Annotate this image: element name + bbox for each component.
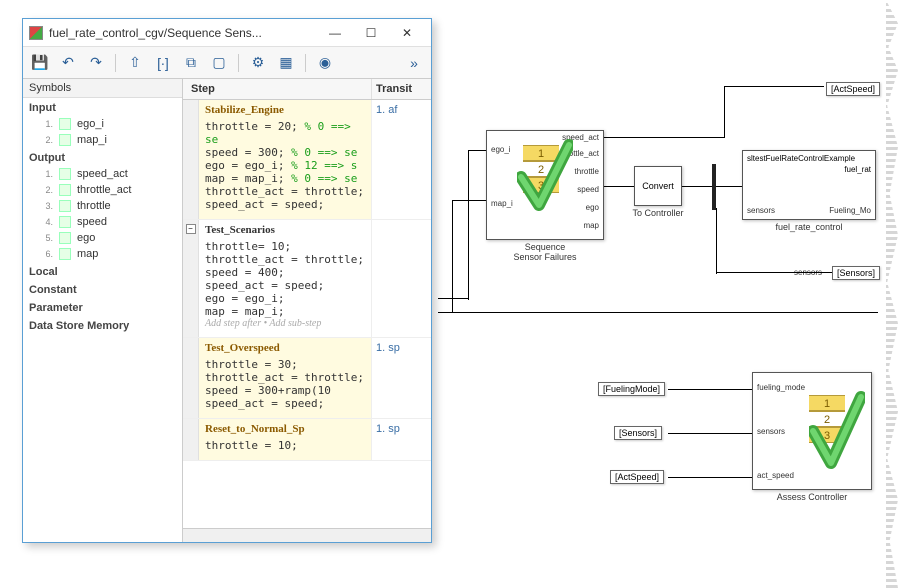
signal-icon — [59, 184, 71, 196]
grid-icon[interactable]: ▦ — [275, 52, 297, 74]
label-frc: fuel_rate_control — [742, 222, 876, 232]
symbol-item[interactable]: 1.ego_i — [23, 116, 182, 132]
symbol-item[interactable]: 6.map — [23, 246, 182, 262]
horizontal-scrollbar[interactable] — [183, 528, 431, 542]
label-sequence: Sequence Sensor Failures — [486, 242, 604, 262]
step-title: Test_Scenarios — [205, 224, 365, 236]
column-transition: Transit — [371, 79, 431, 99]
port-ego: ego — [586, 203, 599, 212]
titlebar[interactable]: fuel_rate_control_cgv/Sequence Sens... —… — [23, 19, 431, 47]
label-assess: Assess Controller — [752, 492, 872, 502]
symbol-group[interactable]: Constant — [23, 280, 182, 298]
torn-edge-decoration — [886, 0, 898, 588]
block-sequence-sensor-failures[interactable]: ego_i map_i speed_act throttle_act throt… — [486, 130, 604, 240]
port-sensors-in: sensors — [747, 206, 775, 215]
frc-title: sltestFuelRateControlExample — [747, 154, 855, 163]
block-assess-controller[interactable]: fueling_mode sensors act_speed 1 2 3 — [752, 372, 872, 490]
step-item[interactable]: Reset_to_Normal_Spthrottle = 10;1. sp — [183, 419, 431, 461]
model-diagram: ego_i map_i speed_act throttle_act throt… — [438, 22, 888, 562]
block-fuel-rate-control[interactable]: sltestFuelRateControlExample fuel_rat se… — [742, 150, 876, 220]
port-actspeed-in: act_speed — [757, 471, 794, 480]
toolbar: 💾 ↶ ↷ ⇧ [∙] ⧉ ▢ ⚙ ▦ ◉ » — [23, 47, 431, 79]
undo-icon[interactable]: ↶ — [57, 52, 79, 74]
symbols-header: Symbols — [23, 79, 182, 98]
symbol-item[interactable]: 5.ego — [23, 230, 182, 246]
signal-icon — [59, 168, 71, 180]
symbol-item[interactable]: 4.speed — [23, 214, 182, 230]
step-title: Reset_to_Normal_Sp — [205, 423, 365, 435]
port-sensors-in2: sensors — [757, 427, 785, 436]
overflow-icon[interactable]: » — [403, 52, 425, 74]
up-icon[interactable]: ⇧ — [124, 52, 146, 74]
steps-pane: Step Transit Stabilize_Enginethrottle = … — [183, 79, 431, 542]
add-step-hint[interactable]: Add step after • Add sub-step — [205, 318, 365, 329]
checkmark-icon — [809, 387, 865, 477]
from-sensors[interactable]: [Sensors] — [614, 426, 662, 440]
symbol-group[interactable]: Data Store Memory — [23, 316, 182, 334]
minimize-button[interactable]: — — [317, 21, 353, 45]
symbol-item[interactable]: 2.map_i — [23, 132, 182, 148]
port-map-i: map_i — [491, 199, 513, 208]
symbol-item[interactable]: 3.throttle — [23, 198, 182, 214]
save-icon[interactable]: 💾 — [29, 52, 51, 74]
symbol-group[interactable]: Parameter — [23, 298, 182, 316]
column-step: Step — [183, 79, 371, 99]
steps-header: Step Transit — [183, 79, 431, 100]
symbol-item[interactable]: 2.throttle_act — [23, 182, 182, 198]
port-fueling-mode: Fueling_Mo — [829, 206, 871, 215]
transition-cell[interactable] — [371, 220, 431, 337]
toolbar-separator — [115, 54, 116, 72]
gear-icon[interactable]: ⚙ — [247, 52, 269, 74]
tag-icon[interactable]: ▢ — [208, 52, 230, 74]
window-title: fuel_rate_control_cgv/Sequence Sens... — [49, 26, 317, 40]
collapse-icon[interactable]: − — [186, 224, 196, 234]
step-item[interactable]: Stabilize_Enginethrottle = 20; % 0 ==> s… — [183, 100, 431, 220]
step-item[interactable]: Test_Overspeedthrottle = 30;throttle_act… — [183, 338, 431, 419]
close-button[interactable]: ✕ — [389, 21, 425, 45]
symbol-group[interactable]: Input — [23, 98, 182, 116]
port-map: map — [583, 221, 599, 230]
convert-text: Convert — [642, 181, 674, 191]
signal-icon — [59, 118, 71, 130]
bracket-icon[interactable]: [∙] — [152, 52, 174, 74]
symbol-group[interactable]: Local — [23, 262, 182, 280]
goto-sensors[interactable]: [Sensors] — [832, 266, 880, 280]
transition-cell[interactable]: 1. sp — [371, 338, 431, 418]
signal-icon — [59, 134, 71, 146]
signal-icon — [59, 248, 71, 260]
toolbar-separator — [238, 54, 239, 72]
from-actspeed[interactable]: [ActSpeed] — [610, 470, 664, 484]
frc-title2: fuel_rat — [844, 165, 871, 174]
checkmark-icon — [517, 137, 573, 217]
transition-cell[interactable]: 1. sp — [371, 419, 431, 460]
help-icon[interactable]: ◉ — [314, 52, 336, 74]
symbol-item[interactable]: 1.speed_act — [23, 166, 182, 182]
sequence-editor-window: fuel_rate_control_cgv/Sequence Sens... —… — [22, 18, 432, 543]
block-convert[interactable]: Convert — [634, 166, 682, 206]
step-item[interactable]: −Test_Scenariosthrottle= 10;throttle_act… — [183, 220, 431, 338]
mux-block[interactable] — [712, 164, 716, 210]
from-fuelingmode[interactable]: [FuelingMode] — [598, 382, 665, 396]
symbols-pane: Symbols Input1.ego_i2.map_iOutput1.speed… — [23, 79, 183, 542]
port-speed: speed — [577, 185, 599, 194]
label-to-controller: To Controller — [628, 208, 688, 218]
port-throttle: throttle — [575, 167, 599, 176]
signal-icon — [59, 216, 71, 228]
transition-cell[interactable]: 1. af — [371, 100, 431, 219]
tree-icon[interactable]: ⧉ — [180, 52, 202, 74]
app-icon — [29, 26, 43, 40]
maximize-button[interactable]: ☐ — [353, 21, 389, 45]
port-fueling-mode-in: fueling_mode — [757, 383, 805, 392]
signal-icon — [59, 200, 71, 212]
redo-icon[interactable]: ↷ — [85, 52, 107, 74]
step-title: Stabilize_Engine — [205, 104, 365, 116]
step-title: Test_Overspeed — [205, 342, 365, 354]
goto-actspeed[interactable]: [ActSpeed] — [826, 82, 880, 96]
port-ego-i: ego_i — [491, 145, 511, 154]
symbol-group[interactable]: Output — [23, 148, 182, 166]
toolbar-separator — [305, 54, 306, 72]
signal-icon — [59, 232, 71, 244]
